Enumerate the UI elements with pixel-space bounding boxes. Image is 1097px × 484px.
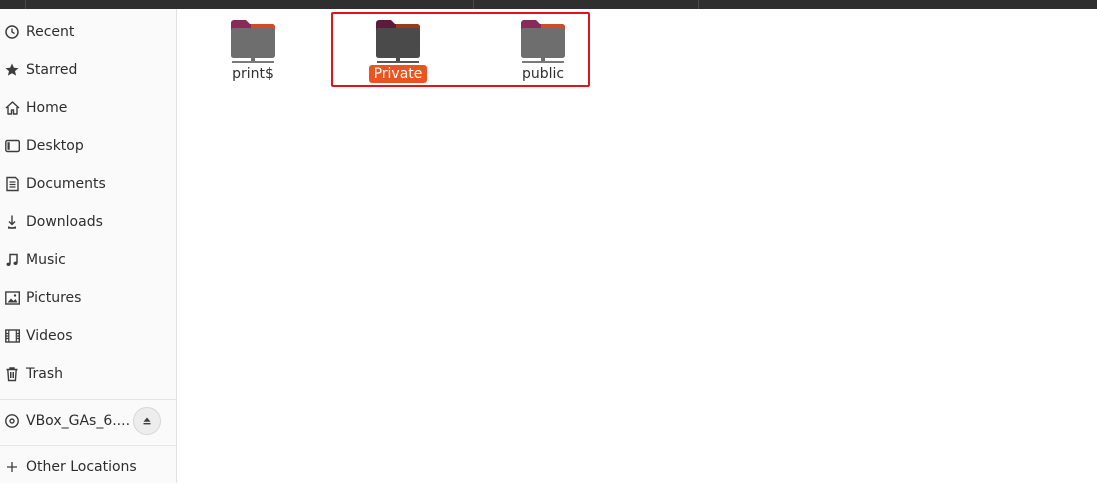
- sidebar-item-label: Pictures: [26, 290, 82, 306]
- picture-icon: [0, 281, 26, 315]
- toolbar-separator: [473, 0, 474, 9]
- toolbar-separator: [25, 0, 26, 9]
- star-icon: [0, 53, 26, 87]
- network-folder-icon: [519, 17, 567, 65]
- sidebar-item-videos[interactable]: Videos: [0, 319, 176, 353]
- sidebar: Recent Starred Home Desktop Documents Do…: [0, 9, 177, 483]
- sidebar-item-label: Documents: [26, 176, 106, 192]
- home-icon: [0, 91, 26, 125]
- sidebar-divider: [0, 399, 176, 400]
- eject-icon: [141, 412, 153, 431]
- network-folder-icon: [374, 17, 422, 65]
- eject-button[interactable]: [133, 407, 161, 435]
- sidebar-item-label: Downloads: [26, 214, 103, 230]
- sidebar-item-label: Starred: [26, 62, 78, 78]
- sidebar-item-documents[interactable]: Documents: [0, 167, 176, 201]
- sidebar-item-starred[interactable]: Starred: [0, 53, 176, 87]
- file-name: Private: [368, 65, 428, 83]
- sidebar-item-home[interactable]: Home: [0, 91, 176, 125]
- sidebar-item-pictures[interactable]: Pictures: [0, 281, 176, 315]
- trash-icon: [0, 357, 26, 391]
- window-top-bar: [0, 0, 1097, 9]
- file-item-private[interactable]: Private: [348, 17, 448, 91]
- sidebar-item-desktop[interactable]: Desktop: [0, 129, 176, 163]
- film-icon: [0, 319, 26, 353]
- sidebar-item-label: Music: [26, 252, 66, 268]
- plus-icon: [0, 450, 26, 484]
- file-name: public: [521, 66, 565, 82]
- sidebar-item-other-locations[interactable]: Other Locations: [0, 450, 176, 484]
- sidebar-item-trash[interactable]: Trash: [0, 357, 176, 391]
- download-icon: [0, 205, 26, 239]
- clock-icon: [0, 15, 26, 49]
- sidebar-item-music[interactable]: Music: [0, 243, 176, 277]
- sidebar-item-label: Other Locations: [26, 459, 137, 475]
- sidebar-item-label: Trash: [26, 366, 63, 382]
- file-view: print$ Private public: [177, 9, 1097, 483]
- file-item-public[interactable]: public: [493, 17, 593, 91]
- desktop-icon: [0, 129, 26, 163]
- file-name: print$: [232, 66, 274, 82]
- sidebar-item-recent[interactable]: Recent: [0, 15, 176, 49]
- toolbar-separator: [698, 0, 699, 9]
- sidebar-divider: [0, 445, 176, 446]
- disc-icon: [0, 404, 26, 438]
- file-item-print[interactable]: print$: [203, 17, 303, 91]
- sidebar-item-label: Videos: [26, 328, 73, 344]
- network-folder-icon: [229, 17, 277, 65]
- sidebar-item-label: Home: [26, 100, 68, 116]
- music-icon: [0, 243, 26, 277]
- sidebar-item-downloads[interactable]: Downloads: [0, 205, 176, 239]
- sidebar-item-label: VBox_GAs_6....: [26, 413, 131, 429]
- sidebar-item-label: Desktop: [26, 138, 84, 154]
- sidebar-item-label: Recent: [26, 24, 75, 40]
- document-icon: [0, 167, 26, 201]
